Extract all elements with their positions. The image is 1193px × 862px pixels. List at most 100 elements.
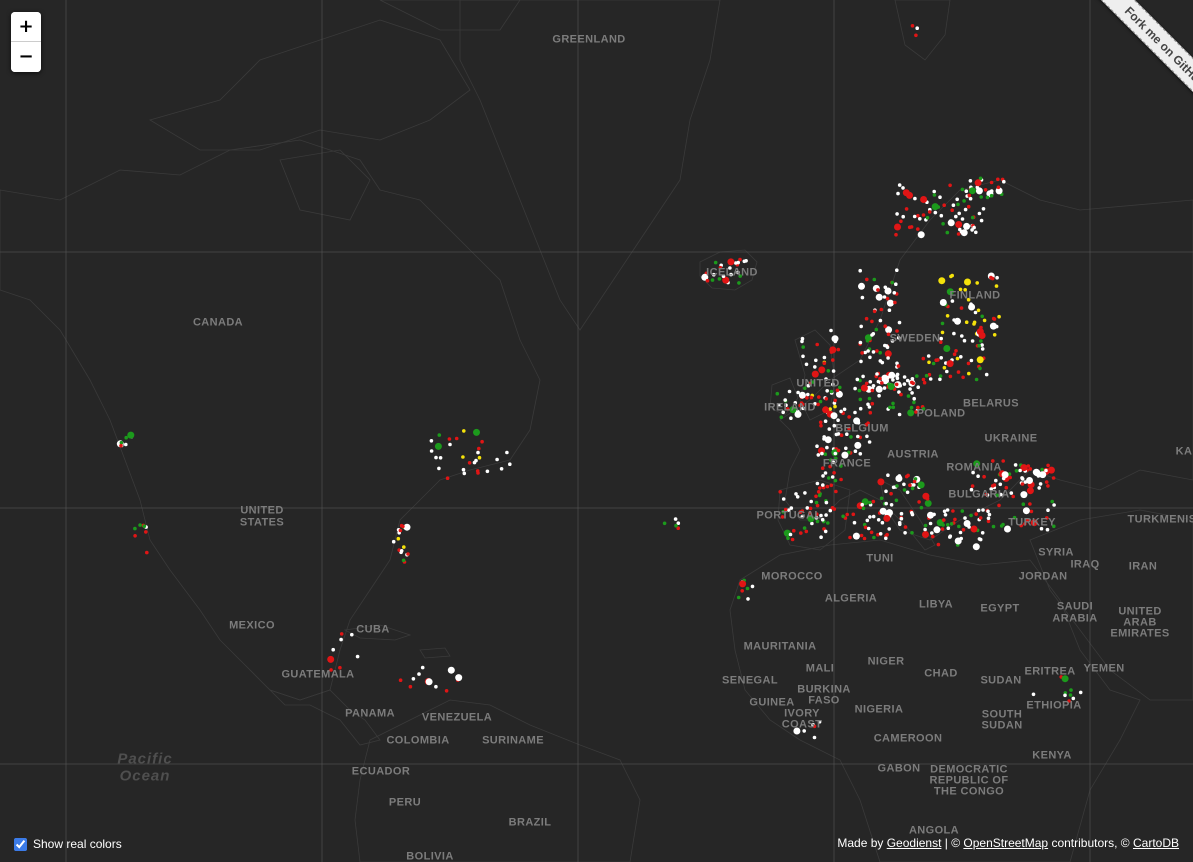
station-dot[interactable] — [868, 410, 873, 415]
station-dot[interactable] — [875, 372, 879, 376]
station-dot[interactable] — [955, 197, 959, 202]
station-dot[interactable] — [918, 217, 922, 221]
station-dot[interactable] — [886, 473, 890, 478]
station-dot[interactable] — [476, 450, 480, 455]
station-dot[interactable] — [933, 210, 938, 215]
station-dot[interactable] — [931, 534, 935, 539]
station-dot[interactable] — [823, 471, 828, 475]
station-dot[interactable] — [878, 350, 882, 355]
station-dot[interactable] — [989, 193, 994, 198]
station-dot[interactable] — [959, 230, 964, 234]
station-dot[interactable] — [355, 654, 360, 659]
station-dot[interactable] — [710, 278, 715, 282]
station-dot[interactable] — [894, 498, 899, 503]
station-dot[interactable] — [350, 632, 354, 637]
station-dot[interactable] — [786, 536, 790, 540]
station-dot[interactable] — [1028, 502, 1032, 506]
station-dot[interactable] — [824, 513, 828, 517]
station-dot[interactable] — [480, 439, 484, 444]
station-dot[interactable] — [836, 347, 841, 352]
station-dot[interactable] — [954, 537, 962, 545]
station-dot[interactable] — [866, 349, 870, 353]
station-dot[interactable] — [976, 356, 984, 364]
station-dot[interactable] — [872, 277, 877, 282]
station-dot[interactable] — [809, 395, 814, 400]
station-dot[interactable] — [992, 317, 997, 321]
station-dot[interactable] — [883, 324, 887, 329]
station-dot[interactable] — [994, 284, 999, 288]
station-dot[interactable] — [339, 632, 344, 636]
station-dot[interactable] — [945, 230, 950, 235]
station-dot[interactable] — [1002, 179, 1006, 184]
station-dot[interactable] — [995, 275, 999, 280]
station-dot[interactable] — [818, 420, 823, 425]
station-dot[interactable] — [980, 347, 985, 351]
station-dot[interactable] — [861, 374, 865, 379]
station-dot[interactable] — [857, 388, 862, 393]
station-dot[interactable] — [1063, 693, 1067, 698]
station-dot[interactable] — [1009, 491, 1014, 495]
station-dot[interactable] — [942, 518, 946, 522]
cartodb-link[interactable]: CartoDB — [1133, 836, 1179, 850]
station-dot[interactable] — [902, 482, 906, 487]
station-dot[interactable] — [945, 508, 950, 512]
station-dot[interactable] — [461, 467, 466, 472]
station-dot[interactable] — [960, 217, 965, 221]
station-dot[interactable] — [925, 215, 930, 220]
station-dot[interactable] — [901, 214, 905, 219]
station-dot[interactable] — [1001, 522, 1005, 527]
station-dot[interactable] — [327, 655, 335, 663]
station-dot[interactable] — [886, 299, 894, 307]
station-dot[interactable] — [872, 309, 877, 314]
station-dot[interactable] — [816, 402, 820, 407]
station-dot[interactable] — [899, 392, 903, 397]
station-dot[interactable] — [805, 396, 809, 400]
station-dot[interactable] — [968, 187, 976, 195]
station-dot[interactable] — [908, 483, 912, 488]
station-dot[interactable] — [779, 415, 784, 420]
station-dot[interactable] — [896, 191, 900, 196]
station-dot[interactable] — [932, 512, 936, 517]
station-dot[interactable] — [817, 395, 821, 399]
station-dot[interactable] — [945, 346, 949, 351]
station-dot[interactable] — [1008, 475, 1012, 480]
station-dot[interactable] — [860, 351, 864, 355]
station-dot[interactable] — [1068, 693, 1073, 697]
station-dot[interactable] — [871, 350, 876, 354]
zoom-out-button[interactable]: − — [11, 42, 41, 72]
station-dot[interactable] — [852, 532, 860, 540]
station-dot[interactable] — [946, 360, 954, 368]
station-dot[interactable] — [855, 377, 860, 382]
station-dot[interactable] — [1020, 482, 1025, 486]
station-dot[interactable] — [814, 358, 818, 363]
station-dot[interactable] — [992, 333, 997, 337]
station-dot[interactable] — [505, 450, 509, 455]
station-dot[interactable] — [827, 427, 832, 431]
station-dot[interactable] — [927, 360, 931, 365]
station-dot[interactable] — [825, 445, 829, 450]
station-dot[interactable] — [994, 478, 998, 483]
station-dot[interactable] — [954, 214, 958, 219]
station-dot[interactable] — [434, 442, 442, 450]
station-dot[interactable] — [899, 511, 904, 516]
station-dot[interactable] — [1037, 486, 1041, 490]
station-dot[interactable] — [903, 531, 907, 535]
station-dot[interactable] — [891, 405, 896, 410]
station-dot[interactable] — [406, 552, 410, 556]
station-dot[interactable] — [832, 507, 837, 511]
station-dot[interactable] — [842, 407, 847, 412]
station-dot[interactable] — [1044, 468, 1048, 473]
station-dot[interactable] — [969, 513, 973, 518]
station-dot[interactable] — [933, 526, 941, 534]
station-dot[interactable] — [957, 524, 961, 529]
station-dot[interactable] — [956, 202, 960, 207]
station-dot[interactable] — [960, 334, 964, 338]
station-dot[interactable] — [912, 214, 917, 219]
station-dot[interactable] — [1046, 484, 1050, 488]
station-dot[interactable] — [926, 354, 931, 358]
station-dot[interactable] — [871, 384, 876, 388]
station-dot[interactable] — [997, 503, 1001, 508]
station-dot[interactable] — [894, 282, 898, 287]
station-dot[interactable] — [821, 483, 825, 487]
station-dot[interactable] — [477, 446, 481, 451]
